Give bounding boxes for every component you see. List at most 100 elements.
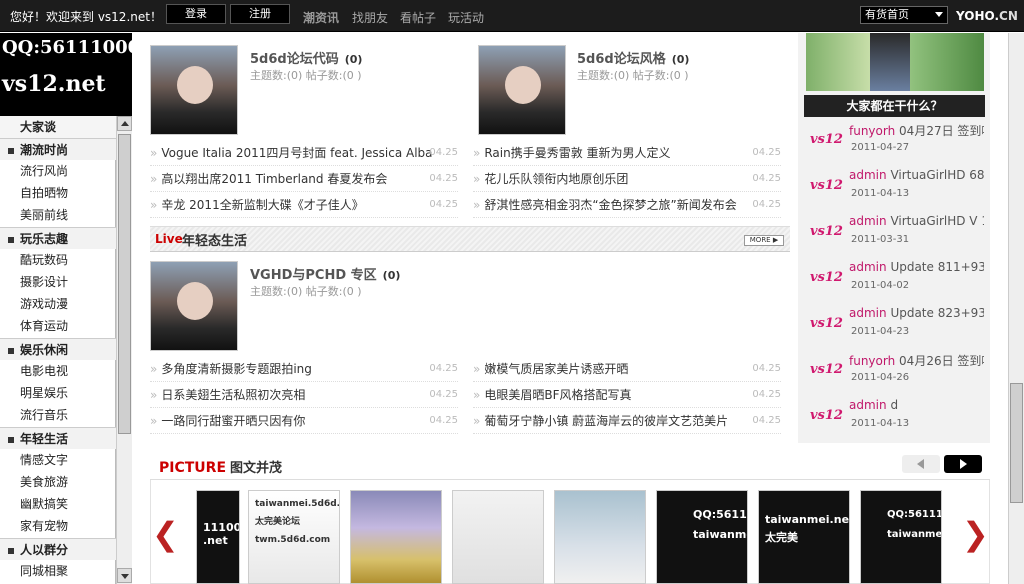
nav-news[interactable]: 潮资讯 <box>303 9 339 26</box>
site-select-value: 有货首页 <box>865 8 909 21</box>
news-item[interactable]: » 多角度清新摄影专题跟拍ing 04.25 <box>150 356 458 382</box>
gallery-thumb[interactable]: QQ:56111000 taiwanmei.net <box>656 490 748 584</box>
welcome-text: 您好！欢迎来到 vs12.net！ <box>10 10 162 24</box>
activity-item[interactable]: vs12 admin VirtuaGirlHD 689 2011-04-13 <box>804 166 984 212</box>
gallery-thumb[interactable]: taiwanmei.5d6d.com 太完美论坛 twm.5d6d.com <box>248 490 340 584</box>
gallery-thumb[interactable]: 111000 .net <box>196 490 240 584</box>
gallery-thumb[interactable] <box>350 490 442 584</box>
activity-item[interactable]: vs12 admin d 2011-04-13 <box>804 396 984 442</box>
square-icon <box>8 236 14 243</box>
forum-title[interactable]: 5d6d论坛代码 (0) <box>250 48 362 67</box>
forum-title[interactable]: 5d6d论坛风格 (0) <box>577 48 689 67</box>
sidebar-item[interactable]: 自拍晒物 <box>0 182 116 204</box>
gallery-thumb[interactable] <box>554 490 646 584</box>
carousel-next-button[interactable] <box>944 455 982 473</box>
sidebar-item-talk[interactable]: 大家谈 <box>0 116 116 138</box>
sidebar-item[interactable]: 游戏动漫 <box>0 293 116 315</box>
brand-qq: QQ:56111000 <box>2 37 141 58</box>
arrow-up-icon <box>121 121 129 126</box>
news-item[interactable]: » 葡萄牙宁静小镇 蔚蓝海岸云的彼岸文艺范美片 04.25 <box>473 408 781 434</box>
carousel-prev-button[interactable] <box>902 455 940 473</box>
news-item[interactable]: » 电眼美眉晒BF风格搭配写真 04.25 <box>473 382 781 408</box>
news-item[interactable]: » 高以翔出席2011 Timberland 春夏发布会 04.25 <box>150 166 458 192</box>
sidebar-item[interactable]: 家有宠物 <box>0 515 116 537</box>
scroll-up-button[interactable] <box>117 116 132 131</box>
square-icon <box>8 436 14 443</box>
forum-avatar[interactable] <box>478 45 566 135</box>
news-item[interactable]: » 辛龙 2011全新监制大碟《才子佳人》 04.25 <box>150 192 458 218</box>
sidebar-item[interactable]: 同城相聚 <box>0 560 116 582</box>
chevron-down-icon <box>935 12 943 17</box>
forum-stats: 主题数:(0) 帖子数:(0 ) <box>250 285 362 298</box>
chevron-left-icon <box>917 459 924 469</box>
sidebar-item[interactable]: 情感文字 <box>0 449 116 471</box>
section-bar: Live 年轻态生活 MORE ▶ <box>150 226 790 252</box>
section-live-label: Live <box>155 232 183 246</box>
yoho-logo[interactable]: YOHO.CN <box>956 9 1018 23</box>
login-button[interactable]: 登录 <box>166 4 226 24</box>
forum-avatar[interactable] <box>150 261 238 351</box>
brand-site: vs12.net <box>2 71 106 97</box>
more-button[interactable]: MORE ▶ <box>744 235 784 246</box>
register-button[interactable]: 注册 <box>230 4 290 24</box>
sidebar-item[interactable]: 电影电视 <box>0 360 116 382</box>
section-title: 年轻态生活 <box>182 234 248 249</box>
activity-item[interactable]: vs12 funyorh 04月26日 签到啦 2011-04-26 <box>804 350 984 396</box>
sidebar-item[interactable]: 体育运动 <box>0 315 116 337</box>
top-bar: 您好！欢迎来到 vs12.net！ 登录 注册 潮资讯 找朋友 看帖子 玩活动 … <box>0 0 1024 32</box>
sidebar-item[interactable]: 明星娱乐 <box>0 382 116 404</box>
page-scrollbar[interactable] <box>1008 33 1024 584</box>
sidebar-item[interactable]: 酷玩数码 <box>0 249 116 271</box>
arrow-left-icon[interactable]: ❮ <box>152 518 179 550</box>
forum-avatar[interactable] <box>150 45 238 135</box>
gallery-thumb[interactable]: QQ:56111000 taiwanmei.n <box>860 490 942 584</box>
square-icon <box>8 147 14 154</box>
news-item[interactable]: » 日系美翅生活私照初次亮相 04.25 <box>150 382 458 408</box>
brand-box: QQ:56111000 vs12.net <box>0 33 140 116</box>
activity-item[interactable]: vs12 funyorh 04月27日 签到啦 2011-04-27 <box>804 120 984 166</box>
sidebar-group-groups[interactable]: 人以群分 <box>0 538 116 560</box>
nav-friends[interactable]: 找朋友 <box>352 9 388 26</box>
sidebar-group-fun[interactable]: 玩乐志趣 <box>0 227 116 249</box>
picture-title: PICTURE 图文并茂 <box>159 460 283 476</box>
news-item[interactable]: » Vogue Italia 2011四月号封面 feat. Jessica Al… <box>150 140 458 166</box>
site-select[interactable]: 有货首页 <box>860 6 948 24</box>
sidebar-scrollbar[interactable] <box>116 116 132 584</box>
sidebar-group-youth[interactable]: 年轻生活 <box>0 427 116 449</box>
nav-events[interactable]: 玩活动 <box>448 9 484 26</box>
sidebar-group-fashion[interactable]: 潮流时尚 <box>0 138 116 160</box>
arrow-right-icon[interactable]: ❯ <box>962 518 989 550</box>
sidebar-item[interactable]: 摄影设计 <box>0 271 116 293</box>
activity-header: 大家都在干什么？ <box>804 95 985 117</box>
nav-posts[interactable]: 看帖子 <box>400 9 436 26</box>
sidebar-item[interactable]: 流行音乐 <box>0 404 116 426</box>
news-item[interactable]: » Rain携手曼秀雷敦 重新为男人定义 04.25 <box>473 140 781 166</box>
sidebar-group-entertainment[interactable]: 娱乐休闲 <box>0 338 116 360</box>
gallery-thumb[interactable]: taiwanmei.net 太完美 <box>758 490 850 584</box>
banner-photo[interactable] <box>806 33 984 91</box>
sidebar-item[interactable]: 美食旅游 <box>0 471 116 493</box>
scroll-down-button[interactable] <box>117 568 132 583</box>
activity-item[interactable]: vs12admin VirtuaGirlHD V 1.02011-03-31 <box>804 212 984 258</box>
news-item[interactable]: » 舒淇性感亮相金羽杰“金色探梦之旅”新闻发布会 04.25 <box>473 192 781 218</box>
gallery-thumb[interactable] <box>452 490 544 584</box>
news-item[interactable]: » 一路同行甜蜜开晒只因有你 04.25 <box>150 408 458 434</box>
square-icon <box>8 347 14 354</box>
square-icon <box>8 547 14 554</box>
forum-title[interactable]: VGHD与PCHD 专区 (0) <box>250 264 400 283</box>
activity-item[interactable]: vs12admin Update 823+93+2011-04-23 <box>804 304 984 350</box>
news-item[interactable]: » 花儿乐队领衔内地原创乐团 04.25 <box>473 166 781 192</box>
news-item[interactable]: » 嫩模气质居家美片诱惑开晒 04.25 <box>473 356 781 382</box>
sidebar-item[interactable]: 幽默搞笑 <box>0 493 116 515</box>
forum-stats: 主题数:(0) 帖子数:(0 ) <box>250 69 362 82</box>
chevron-right-icon <box>960 459 967 469</box>
left-panel: QQ:56111000 vs12.net 大家谈 潮流时尚 流行风尚 自拍晒物 … <box>0 33 140 584</box>
activity-item[interactable]: vs12admin Update 811+93+2011-04-02 <box>804 258 984 304</box>
page-scroll-thumb[interactable] <box>1010 383 1023 503</box>
sidebar-item[interactable]: 美丽前线 <box>0 204 116 226</box>
forum-stats: 主题数:(0) 帖子数:(0 ) <box>577 69 689 82</box>
scroll-thumb[interactable] <box>118 134 131 434</box>
sidebar-item[interactable]: 流行风尚 <box>0 160 116 182</box>
arrow-down-icon <box>121 574 129 579</box>
sidebar-list: 大家谈 潮流时尚 流行风尚 自拍晒物 美丽前线 玩乐志趣 酷玩数码 摄影设计 游… <box>0 116 116 584</box>
